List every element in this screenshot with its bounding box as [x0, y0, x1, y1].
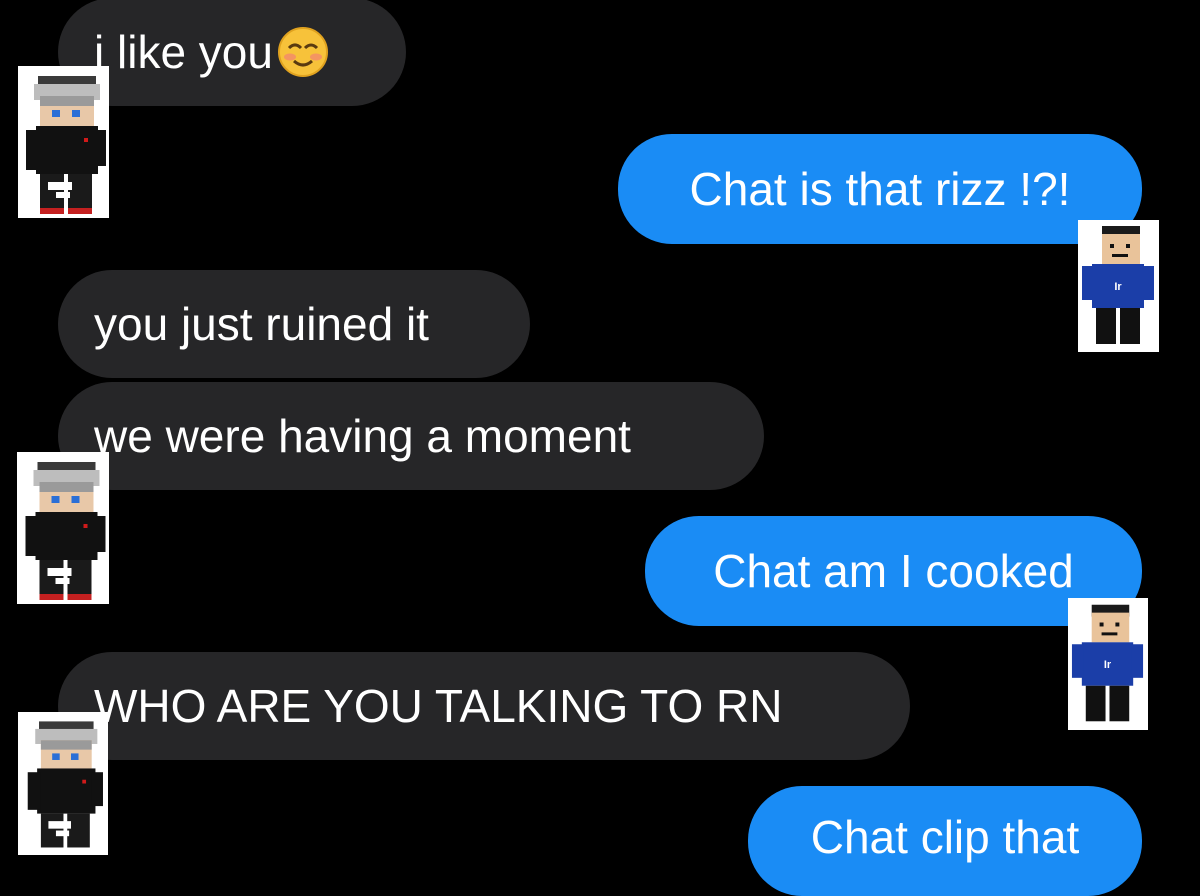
message-text: Chat is that rizz !?!	[689, 163, 1071, 215]
hoodie-text: Ir	[1114, 281, 1122, 293]
message-bubble-sent[interactable]: Chat is that rizz !?!	[618, 134, 1142, 244]
minecraft-boy-avatar-icon	[17, 452, 109, 604]
hoodie-text: Ir	[1104, 659, 1112, 671]
message-text: WHO ARE YOU TALKING TO RN	[94, 680, 783, 732]
message-text: we were having a moment	[94, 410, 631, 462]
message-bubble-received[interactable]: i like you	[58, 0, 406, 106]
smiling-face-icon	[277, 27, 328, 77]
minecraft-blue-hoodie-avatar-icon: Ir	[1068, 598, 1148, 730]
minecraft-boy-avatar-icon	[18, 66, 109, 218]
message-bubble-sent[interactable]: Chat clip that	[748, 786, 1142, 896]
message-text: Chat clip that	[810, 811, 1080, 863]
message-text: i like you	[94, 26, 273, 78]
message-text: Chat am I cooked	[713, 545, 1074, 597]
message-text: you just ruined it	[94, 298, 429, 350]
message-bubble-received[interactable]: WHO ARE YOU TALKING TO RN	[58, 652, 910, 760]
message-bubble-received[interactable]: we were having a moment	[58, 382, 764, 490]
message-bubble-received[interactable]: you just ruined it	[58, 270, 530, 378]
minecraft-boy-avatar-icon	[18, 712, 108, 855]
minecraft-blue-hoodie-avatar-icon: Ir	[1078, 220, 1159, 352]
